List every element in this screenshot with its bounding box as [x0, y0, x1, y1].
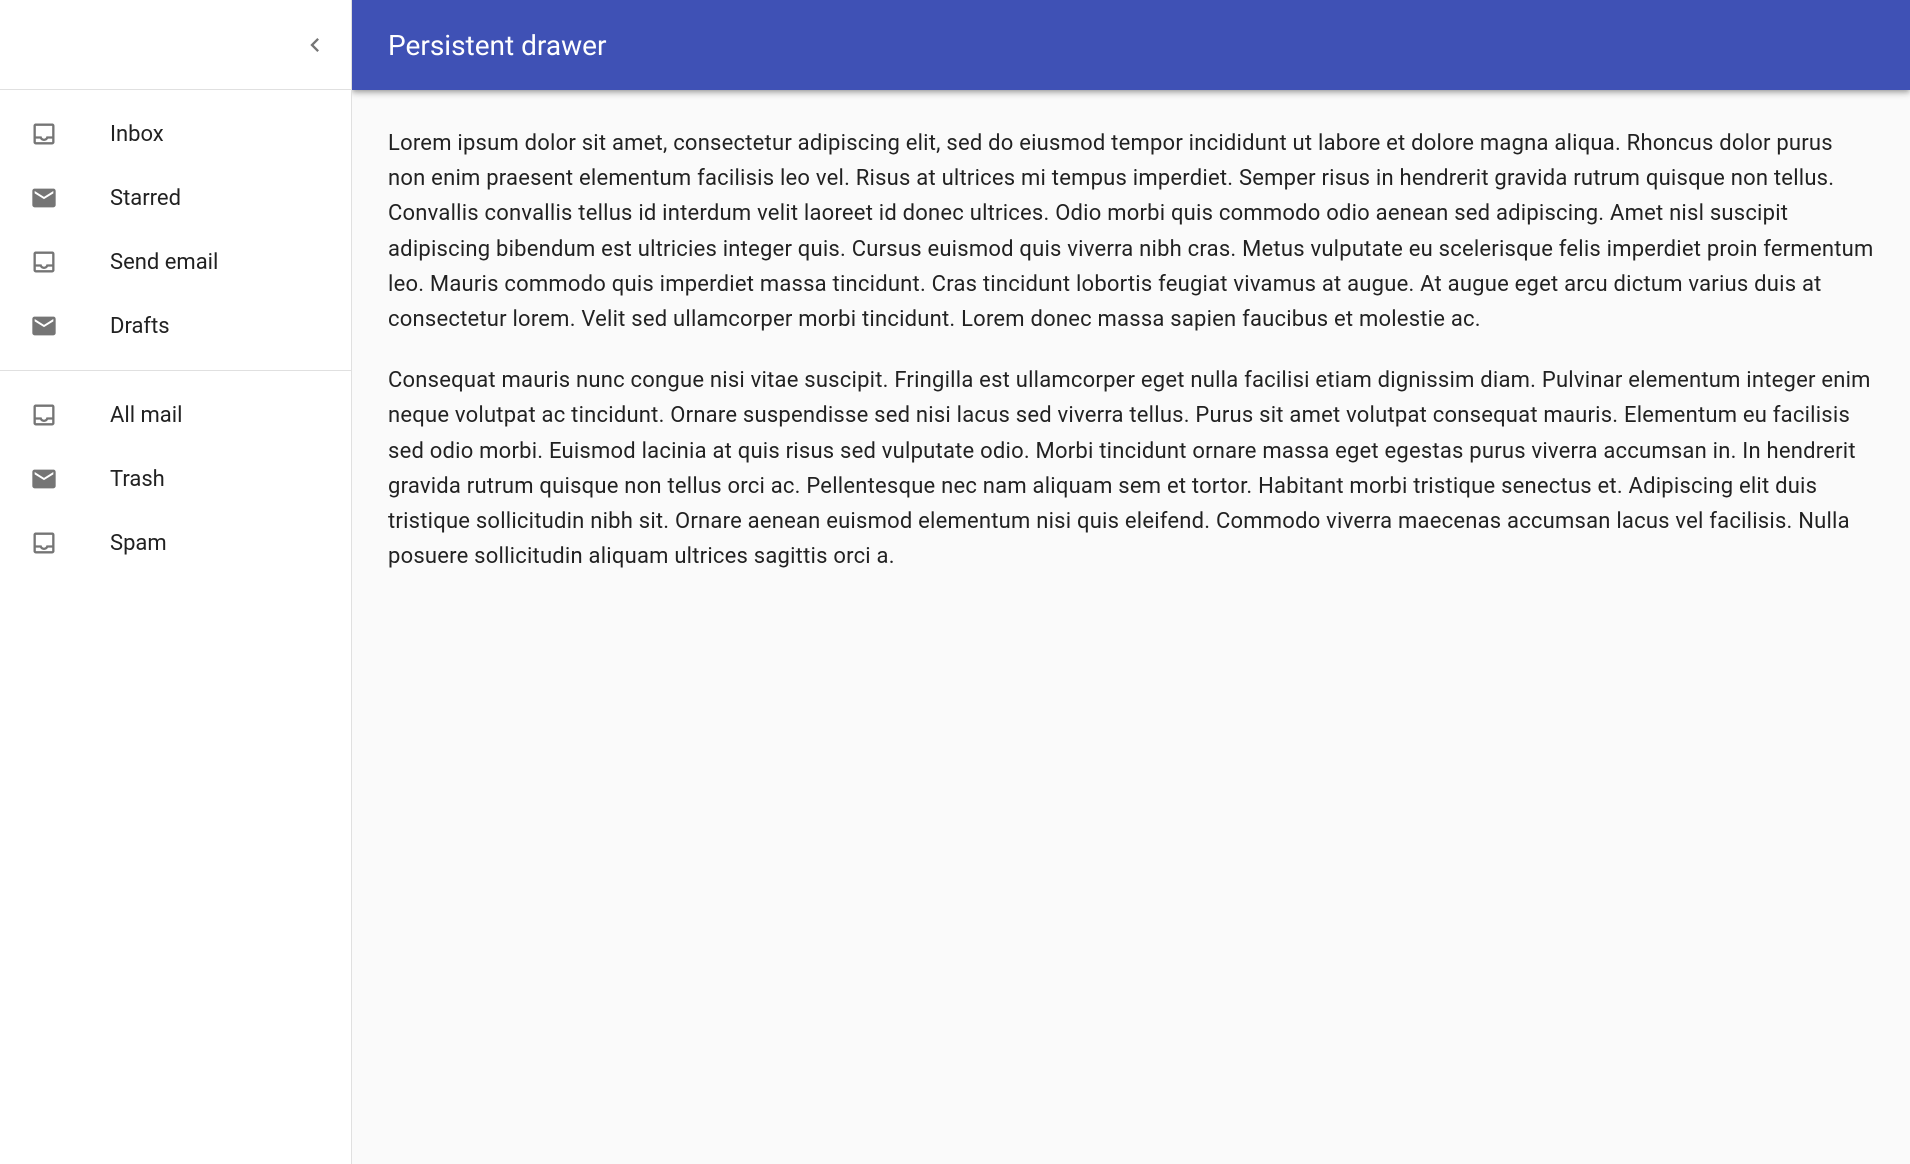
content: Lorem ipsum dolor sit amet, consectetur …: [352, 90, 1910, 1164]
sidebar-item-drafts[interactable]: Drafts: [0, 294, 351, 358]
page-title: Persistent drawer: [388, 29, 606, 62]
inbox-icon: [30, 529, 58, 557]
drawer-primary-list: Inbox Starred Send email Drafts: [0, 90, 351, 370]
appbar: Persistent drawer: [352, 0, 1910, 90]
drawer-close-button[interactable]: [291, 21, 339, 69]
sidebar-item-label: Drafts: [110, 314, 170, 339]
mail-icon: [30, 312, 58, 340]
sidebar-item-send-email[interactable]: Send email: [0, 230, 351, 294]
sidebar-item-inbox[interactable]: Inbox: [0, 102, 351, 166]
mail-icon: [30, 184, 58, 212]
main: Persistent drawer Lorem ipsum dolor sit …: [352, 0, 1910, 1164]
inbox-icon: [30, 120, 58, 148]
content-paragraph: Consequat mauris nunc congue nisi vitae …: [388, 363, 1874, 574]
inbox-icon: [30, 401, 58, 429]
sidebar-item-label: Starred: [110, 186, 181, 211]
sidebar-item-spam[interactable]: Spam: [0, 511, 351, 575]
mail-icon: [30, 465, 58, 493]
chevron-left-icon: [301, 31, 329, 59]
sidebar-item-label: Inbox: [110, 122, 164, 147]
sidebar-item-label: All mail: [110, 403, 182, 428]
sidebar-item-label: Spam: [110, 531, 167, 556]
drawer-header: [0, 0, 351, 90]
inbox-icon: [30, 248, 58, 276]
sidebar-item-label: Trash: [110, 467, 165, 492]
content-paragraph: Lorem ipsum dolor sit amet, consectetur …: [388, 126, 1874, 337]
sidebar-item-all-mail[interactable]: All mail: [0, 383, 351, 447]
sidebar-item-starred[interactable]: Starred: [0, 166, 351, 230]
sidebar-item-label: Send email: [110, 250, 218, 275]
sidebar-item-trash[interactable]: Trash: [0, 447, 351, 511]
drawer-secondary-list: All mail Trash Spam: [0, 371, 351, 587]
drawer: Inbox Starred Send email Drafts A: [0, 0, 352, 1164]
